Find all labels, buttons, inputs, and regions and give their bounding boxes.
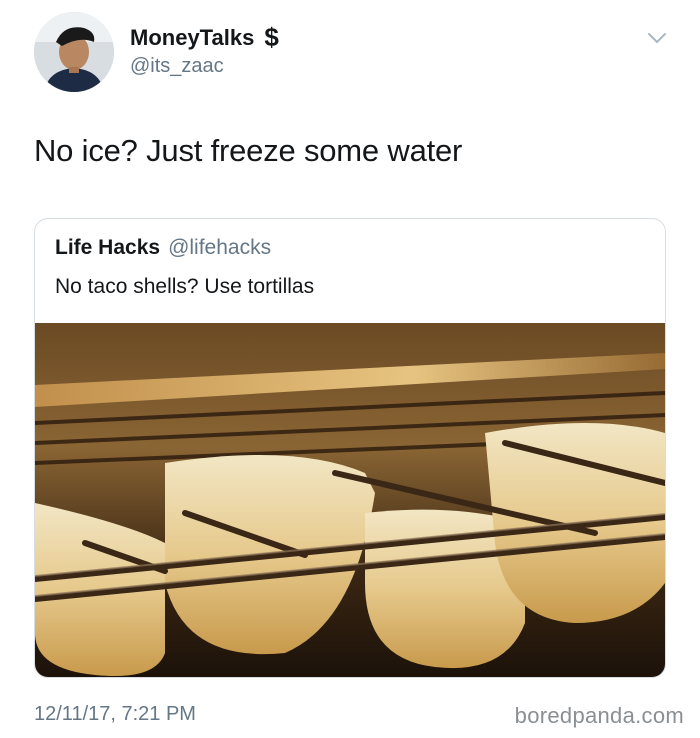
profile-photo-icon	[34, 12, 114, 92]
author-name[interactable]: MoneyTalks $	[130, 22, 279, 53]
quoted-tweet-card[interactable]: Life Hacks @lifehacks No taco shells? Us…	[34, 218, 666, 678]
quoted-author-handle: @lifehacks	[168, 236, 272, 259]
tortillas-oven-photo[interactable]	[35, 323, 665, 677]
chevron-down-icon[interactable]	[645, 26, 669, 50]
quoted-author-name: Life Hacks	[55, 236, 161, 259]
author-handle[interactable]: @its_zaac	[130, 55, 224, 78]
watermark: boredpanda.com	[514, 703, 684, 728]
tweet-text: No ice? Just freeze some water	[34, 133, 463, 168]
quoted-tweet-header: Life Hacks @lifehacks	[55, 236, 271, 260]
display-name-text: MoneyTalks	[130, 24, 255, 50]
quoted-tweet-text: No taco shells? Use tortillas	[55, 275, 315, 298]
dollar-sign-icon: $	[264, 22, 279, 52]
tweet-timestamp[interactable]: 12/11/17, 7:21 PM	[34, 703, 196, 726]
avatar[interactable]	[34, 12, 114, 92]
